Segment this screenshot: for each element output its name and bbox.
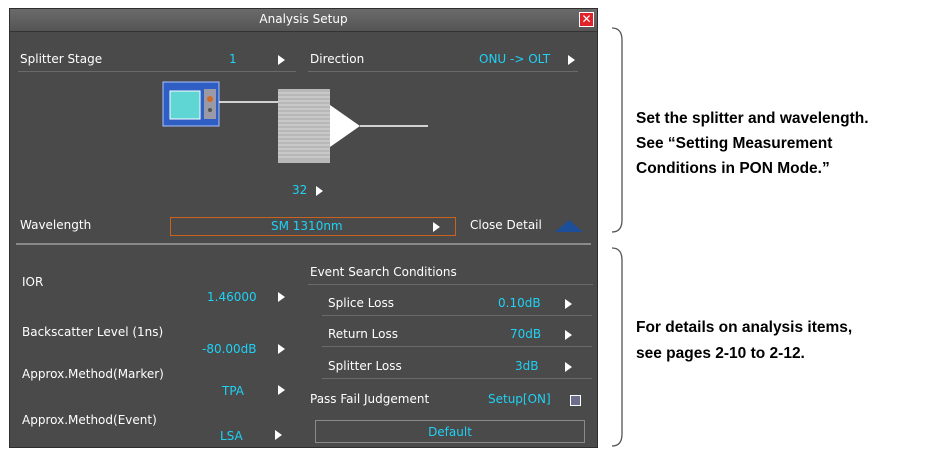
splitter-stage-label: Splitter Stage — [20, 52, 103, 66]
splitter-loss-right-arrow-icon[interactable] — [565, 362, 572, 372]
wavelength-value: SM 1310nm — [271, 219, 343, 233]
marker-method-value[interactable]: TPA — [222, 384, 244, 398]
top-bracket — [611, 27, 623, 233]
default-button[interactable]: Default — [315, 420, 585, 443]
ior-value[interactable]: 1.46000 — [207, 290, 257, 304]
backscatter-value[interactable]: -80.00dB — [202, 342, 257, 356]
divider — [308, 284, 593, 285]
marker-method-label: Approx.Method(Marker) — [22, 367, 164, 381]
splice-loss-value[interactable]: 0.10dB — [498, 296, 541, 310]
otdr-device-icon — [162, 81, 220, 127]
analysis-setup-dialog: Analysis Setup ✕ Splitter Stage 1 Direct… — [9, 8, 598, 448]
splitter-stage-value[interactable]: 1 — [229, 52, 237, 66]
close-icon[interactable]: ✕ — [579, 12, 594, 27]
setup-icon[interactable] — [570, 395, 581, 406]
bottom-bracket — [611, 247, 623, 447]
triangle-up-icon[interactable] — [554, 219, 584, 233]
divider — [322, 315, 592, 316]
wavelength-label: Wavelength — [20, 218, 92, 232]
divider — [308, 71, 578, 72]
splitter-icon — [278, 89, 360, 163]
direction-label: Direction — [310, 52, 365, 66]
return-loss-label: Return Loss — [328, 327, 398, 341]
split-ratio-value[interactable]: 32 — [292, 183, 307, 197]
ior-right-arrow-icon[interactable] — [278, 292, 285, 302]
event-method-value[interactable]: LSA — [220, 429, 243, 443]
splitter-loss-label: Splitter Loss — [328, 359, 402, 373]
section-divider — [16, 243, 591, 245]
divider — [322, 346, 592, 347]
direction-value[interactable]: ONU -> OLT — [479, 52, 550, 66]
splice-loss-label: Splice Loss — [328, 296, 395, 310]
title-bar: Analysis Setup ✕ — [10, 9, 597, 32]
event-method-label: Approx.Method(Event) — [22, 413, 157, 427]
backscatter-right-arrow-icon[interactable] — [278, 344, 285, 354]
pass-fail-value[interactable]: Setup[ON] — [488, 392, 551, 406]
splitter-loss-value[interactable]: 3dB — [515, 359, 538, 373]
annotation-top-line3: Conditions in PON Mode.” — [636, 160, 830, 177]
wavelength-right-arrow-icon — [433, 222, 440, 232]
wavelength-select[interactable]: SM 1310nm — [170, 217, 456, 236]
dialog-title: Analysis Setup — [259, 12, 348, 26]
default-button-label: Default — [428, 425, 472, 439]
backscatter-label: Backscatter Level (1ns) — [22, 325, 164, 339]
direction-right-arrow-icon[interactable] — [568, 55, 575, 65]
divider — [18, 71, 296, 72]
annotation-top-line1: Set the splitter and wavelength. — [636, 110, 869, 127]
splitter-diagram — [162, 81, 428, 163]
splitter-stage-right-arrow-icon[interactable] — [278, 55, 285, 65]
splice-loss-right-arrow-icon[interactable] — [565, 299, 572, 309]
annotation-top-line2: See “Setting Measurement — [636, 135, 833, 152]
return-loss-value[interactable]: 70dB — [510, 327, 541, 341]
event-method-right-arrow-icon[interactable] — [275, 430, 282, 440]
annotation-bottom-line1: For details on analysis items, — [636, 319, 853, 336]
split-ratio-right-arrow-icon[interactable] — [316, 186, 323, 196]
return-loss-right-arrow-icon[interactable] — [565, 330, 572, 340]
divider — [322, 378, 592, 379]
close-detail-label[interactable]: Close Detail — [470, 218, 542, 232]
pass-fail-label: Pass Fail Judgement — [310, 392, 430, 406]
ior-label: IOR — [22, 275, 44, 289]
marker-method-right-arrow-icon[interactable] — [278, 385, 285, 395]
event-search-header: Event Search Conditions — [310, 265, 457, 279]
annotation-bottom-line2: see pages 2-10 to 2-12. — [636, 345, 805, 362]
